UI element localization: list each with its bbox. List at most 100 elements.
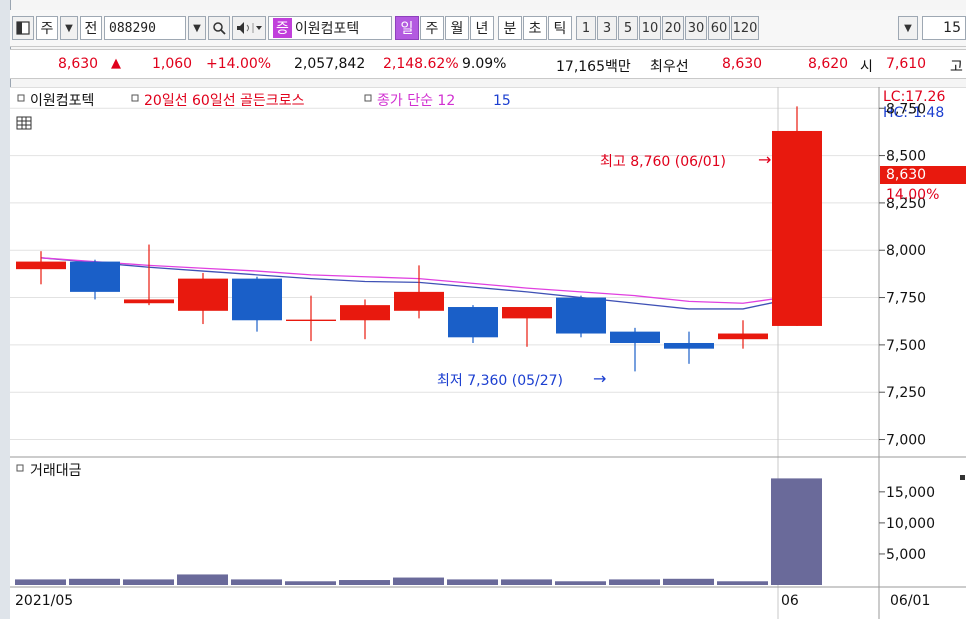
interval-5-label: 5: [623, 20, 633, 36]
stock-name-field[interactable]: 증 이원컴포텍: [268, 16, 392, 40]
period-second-label: 초: [528, 21, 542, 37]
volume-ratio: 2,148.62%: [383, 56, 459, 72]
period-month[interactable]: 월: [445, 16, 469, 40]
candle-body: [556, 297, 606, 334]
volume-bar: [15, 579, 66, 585]
legend-stock-name: 이원컴포텍: [30, 93, 94, 109]
chevron-down-icon: ▼: [193, 22, 201, 34]
candle-body: [664, 342, 714, 349]
interval-30[interactable]: 30: [685, 16, 707, 40]
volume-bar: [393, 577, 444, 585]
volume-marker-icon: [960, 475, 965, 480]
toolbar: 주 ▼ 전 088290 ▼ 증 이원컴포텍 일 주 월 년 분 초 틱 1 3 …: [10, 10, 966, 47]
volume-bar: [285, 581, 336, 585]
trade-amount: 17,165백만: [556, 59, 631, 75]
interval-120-label: 120: [732, 20, 758, 36]
price-chart[interactable]: 이원컴포텍 20일선 60일선 골든크로스 종가 단순 12 15 LC:17.…: [10, 87, 966, 619]
current-price-tag-value: 8,630: [886, 167, 926, 183]
market-selector[interactable]: 주: [36, 16, 58, 40]
scope-selector[interactable]: 전: [80, 16, 102, 40]
price-tick-label: 7,750: [886, 291, 926, 307]
count-dropdown-button[interactable]: ▼: [898, 16, 918, 40]
volume-bar: [123, 579, 174, 585]
count-input[interactable]: 15: [922, 16, 966, 40]
interval-60[interactable]: 60: [708, 16, 730, 40]
legend-indicator: 20일선 60일선 골든크로스: [144, 93, 305, 109]
up-triangle-icon: ▲: [111, 56, 121, 71]
interval-20-label: 20: [664, 20, 682, 36]
volume-bar: [69, 578, 120, 585]
period-minute-label: 분: [503, 21, 517, 37]
interval-3[interactable]: 3: [597, 16, 617, 40]
x-axis-month-label: 06: [781, 593, 799, 609]
volume-bar: [555, 581, 606, 585]
chevron-down-icon: ▼: [904, 22, 912, 34]
candle-body: [70, 261, 120, 292]
volume-bar: [501, 579, 552, 585]
x-axis-right-label: 06/01: [890, 593, 930, 609]
code-dropdown-button[interactable]: ▼: [188, 16, 206, 40]
volume-bar: [609, 579, 660, 585]
period-week[interactable]: 주: [420, 16, 444, 40]
candle-body: [340, 305, 390, 321]
volume-tick-label: 15,000: [886, 485, 935, 501]
stock-code-value: 088290: [109, 20, 156, 36]
price-tick-label: 8,000: [886, 243, 926, 259]
table-icon[interactable]: [16, 116, 32, 130]
candle-body: [502, 307, 552, 319]
period-second[interactable]: 초: [523, 16, 547, 40]
period-tick[interactable]: 틱: [548, 16, 572, 40]
count-value: 15: [943, 20, 961, 36]
priority-label: 최우선: [650, 59, 689, 75]
interval-1[interactable]: 1: [576, 16, 596, 40]
chart-window: 주 ▼ 전 088290 ▼ 증 이원컴포텍 일 주 월 년 분 초 틱 1 3 …: [0, 0, 966, 619]
open-label: 시: [860, 59, 873, 75]
price-tick-label: 7,250: [886, 385, 926, 401]
period-week-label: 주: [425, 21, 439, 37]
period-minute[interactable]: 분: [498, 16, 522, 40]
speaker-button[interactable]: [232, 16, 266, 40]
candle-body: [772, 130, 822, 326]
market-label: 주: [40, 21, 54, 37]
window-icon[interactable]: [12, 16, 34, 40]
price-tick-label: 7,500: [886, 338, 926, 354]
volume-bar: [177, 574, 228, 585]
period-year[interactable]: 년: [470, 16, 494, 40]
volume-tick-label: 10,000: [886, 516, 935, 532]
candle-body: [448, 307, 498, 338]
period-day-label: 일: [400, 21, 414, 37]
interval-3-label: 3: [602, 20, 612, 36]
quote-bar: 8,630 ▲ 1,060 +14.00% 2,057,842 2,148.62…: [10, 49, 966, 79]
interval-20[interactable]: 20: [662, 16, 684, 40]
candle-body: [124, 299, 174, 304]
scope-label: 전: [84, 21, 98, 37]
search-button[interactable]: [208, 16, 230, 40]
interval-10-label: 10: [641, 20, 659, 36]
market-dropdown-button[interactable]: ▼: [60, 16, 78, 40]
candle-body: [232, 278, 282, 321]
legend-box-icon: [131, 94, 139, 102]
price-tick-label: 8,500: [886, 149, 926, 165]
price-change-pct: +14.00%: [206, 56, 272, 72]
period-tick-label: 틱: [553, 21, 567, 37]
interval-5[interactable]: 5: [618, 16, 638, 40]
turnover-rate: 9.09%: [462, 56, 507, 72]
period-month-label: 월: [450, 21, 464, 37]
candle-body: [178, 278, 228, 311]
legend-box-icon: [16, 464, 24, 472]
search-icon: [213, 22, 226, 35]
candle-body: [16, 261, 66, 270]
legend-ma-label: 종가 단순 12: [377, 93, 455, 109]
volume-bar: [231, 579, 282, 585]
period-day[interactable]: 일: [395, 16, 419, 40]
stock-name-prefix: 증: [273, 18, 292, 38]
interval-30-label: 30: [687, 20, 705, 36]
interval-10[interactable]: 10: [639, 16, 661, 40]
volume-bar: [717, 581, 768, 585]
volume-bar: [663, 578, 714, 585]
price-tick-label: 7,000: [886, 433, 926, 449]
interval-120[interactable]: 120: [731, 16, 759, 40]
stock-code-input[interactable]: 088290: [104, 16, 186, 40]
legend-box-icon: [364, 94, 372, 102]
volume-tick-label: 5,000: [886, 547, 926, 563]
